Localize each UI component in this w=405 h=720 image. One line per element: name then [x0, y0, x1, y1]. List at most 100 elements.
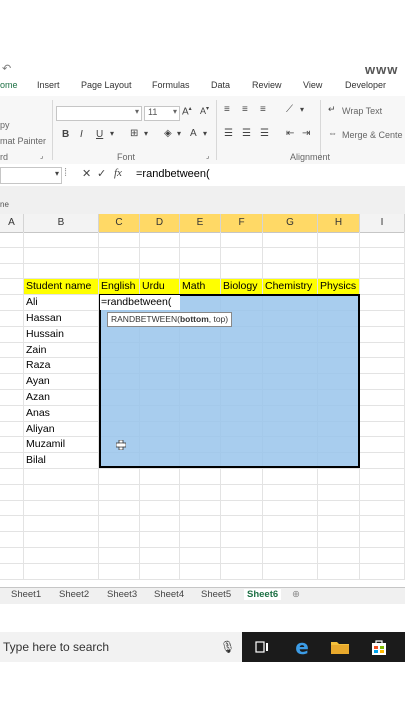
- sheet-tab-2[interactable]: Sheet2: [59, 589, 89, 600]
- grid-cell[interactable]: [221, 563, 263, 580]
- spreadsheet-grid[interactable]: Student name English Urdu Math Biology Chemis…: [0, 232, 405, 587]
- tab-home[interactable]: ome: [0, 80, 18, 90]
- enter-icon[interactable]: ✓: [97, 167, 106, 180]
- edge-icon[interactable]: e: [287, 632, 317, 662]
- grid-cell[interactable]: [24, 516, 99, 533]
- grid-cell[interactable]: [360, 358, 405, 375]
- grid-cell[interactable]: [99, 247, 140, 264]
- grid-cell[interactable]: [0, 390, 24, 406]
- grid-cell[interactable]: [263, 469, 318, 485]
- grid-cell[interactable]: [318, 548, 360, 564]
- grid-cell[interactable]: [360, 421, 405, 438]
- align-right-icon[interactable]: ☰: [260, 128, 269, 139]
- grid-cell[interactable]: [0, 342, 24, 359]
- grid-cell[interactable]: [24, 532, 99, 548]
- grid-cell[interactable]: [0, 405, 24, 422]
- grid-cell[interactable]: [0, 421, 24, 438]
- grid-cell[interactable]: [263, 563, 318, 580]
- grid-cell[interactable]: [360, 500, 405, 517]
- fill-color-icon[interactable]: ◈: [164, 128, 172, 139]
- grid-cell[interactable]: [263, 232, 318, 248]
- grid-cell[interactable]: [24, 469, 99, 485]
- bold-icon[interactable]: B: [62, 129, 69, 140]
- grid-cell[interactable]: [180, 232, 221, 248]
- grid-cell[interactable]: [180, 516, 221, 533]
- sheet-tab-1[interactable]: Sheet1: [11, 589, 41, 600]
- grid-cell[interactable]: [360, 484, 405, 501]
- align-bottom-icon[interactable]: ≡: [260, 104, 266, 115]
- grid-cell[interactable]: [318, 247, 360, 264]
- wrap-text-icon[interactable]: ↵: [328, 104, 336, 115]
- grid-cell[interactable]: [360, 311, 405, 327]
- font-color-dropdown-icon[interactable]: ▾: [203, 129, 207, 138]
- borders-dropdown-icon[interactable]: ▾: [144, 129, 148, 138]
- decrease-indent-icon[interactable]: ⇤: [286, 128, 294, 139]
- grid-cell[interactable]: [180, 469, 221, 485]
- grid-cell[interactable]: [99, 484, 140, 501]
- active-cell[interactable]: =randbetween(: [100, 295, 180, 310]
- header-cell[interactable]: Chemistry: [263, 279, 318, 296]
- grid-cell[interactable]: [360, 548, 405, 564]
- tab-page-layout[interactable]: Page Layout: [81, 80, 132, 90]
- tab-data[interactable]: Data: [211, 80, 230, 90]
- orientation-dropdown-icon[interactable]: ▾: [300, 105, 304, 114]
- name-box[interactable]: ▾: [0, 167, 62, 184]
- grid-cell[interactable]: [221, 500, 263, 517]
- grid-cell[interactable]: [318, 516, 360, 533]
- column-header-d[interactable]: D: [140, 214, 180, 232]
- grid-cell[interactable]: [360, 326, 405, 343]
- wrap-text-button[interactable]: Wrap Text: [342, 106, 382, 116]
- grid-cell[interactable]: [99, 232, 140, 248]
- store-icon[interactable]: [364, 632, 394, 662]
- taskbar-search[interactable]: Type here to search: [0, 632, 242, 662]
- font-color-icon[interactable]: A: [190, 128, 197, 139]
- grid-cell[interactable]: [0, 469, 24, 485]
- align-center-icon[interactable]: ☰: [242, 128, 251, 139]
- grid-cell[interactable]: [263, 548, 318, 564]
- grid-cell[interactable]: [263, 532, 318, 548]
- grid-cell[interactable]: [221, 469, 263, 485]
- grid-cell[interactable]: [0, 532, 24, 548]
- grid-cell[interactable]: [24, 484, 99, 501]
- grid-cell[interactable]: [360, 453, 405, 469]
- grid-cell[interactable]: [24, 247, 99, 264]
- grow-font-icon[interactable]: A▴: [182, 105, 192, 117]
- grid-cell[interactable]: [318, 263, 360, 280]
- grid-cell[interactable]: [263, 516, 318, 533]
- column-header-i[interactable]: I: [360, 214, 405, 232]
- new-sheet-icon[interactable]: ⊕: [292, 589, 300, 600]
- align-top-icon[interactable]: ≡: [224, 104, 230, 115]
- merge-center-button[interactable]: Merge & Cente: [342, 130, 403, 140]
- grid-cell[interactable]: [140, 563, 180, 580]
- grid-cell[interactable]: [360, 469, 405, 485]
- grid-cell[interactable]: [360, 563, 405, 580]
- grid-cell[interactable]: [360, 437, 405, 454]
- grid-cell[interactable]: [360, 374, 405, 390]
- grid-cell[interactable]: [221, 263, 263, 280]
- grid-cell[interactable]: [0, 516, 24, 533]
- grid-cell[interactable]: [140, 500, 180, 517]
- grid-cell[interactable]: [318, 500, 360, 517]
- underline-dropdown-icon[interactable]: ▾: [110, 129, 114, 138]
- format-painter-button[interactable]: mat Painter: [0, 136, 46, 146]
- grid-cell[interactable]: [99, 469, 140, 485]
- grid-cell[interactable]: [360, 247, 405, 264]
- grid-cell[interactable]: [360, 342, 405, 359]
- grid-cell[interactable]: [0, 247, 24, 264]
- grid-cell[interactable]: [0, 279, 24, 296]
- chevron-down-icon[interactable]: ▾: [55, 169, 59, 178]
- align-middle-icon[interactable]: ≡: [242, 104, 248, 115]
- tab-insert[interactable]: Insert: [37, 80, 60, 90]
- grid-cell[interactable]: [318, 563, 360, 580]
- grid-cell[interactable]: [263, 247, 318, 264]
- grid-cell[interactable]: [0, 437, 24, 454]
- grid-cell[interactable]: [99, 263, 140, 280]
- grid-cell[interactable]: [360, 232, 405, 248]
- grid-cell[interactable]: [180, 548, 221, 564]
- grid-cell[interactable]: [140, 548, 180, 564]
- grid-cell[interactable]: [221, 232, 263, 248]
- grid-cell[interactable]: [318, 469, 360, 485]
- grid-cell[interactable]: [24, 232, 99, 248]
- student-name-cell[interactable]: Muzamil: [24, 437, 99, 454]
- formula-input[interactable]: =randbetween(: [136, 168, 210, 180]
